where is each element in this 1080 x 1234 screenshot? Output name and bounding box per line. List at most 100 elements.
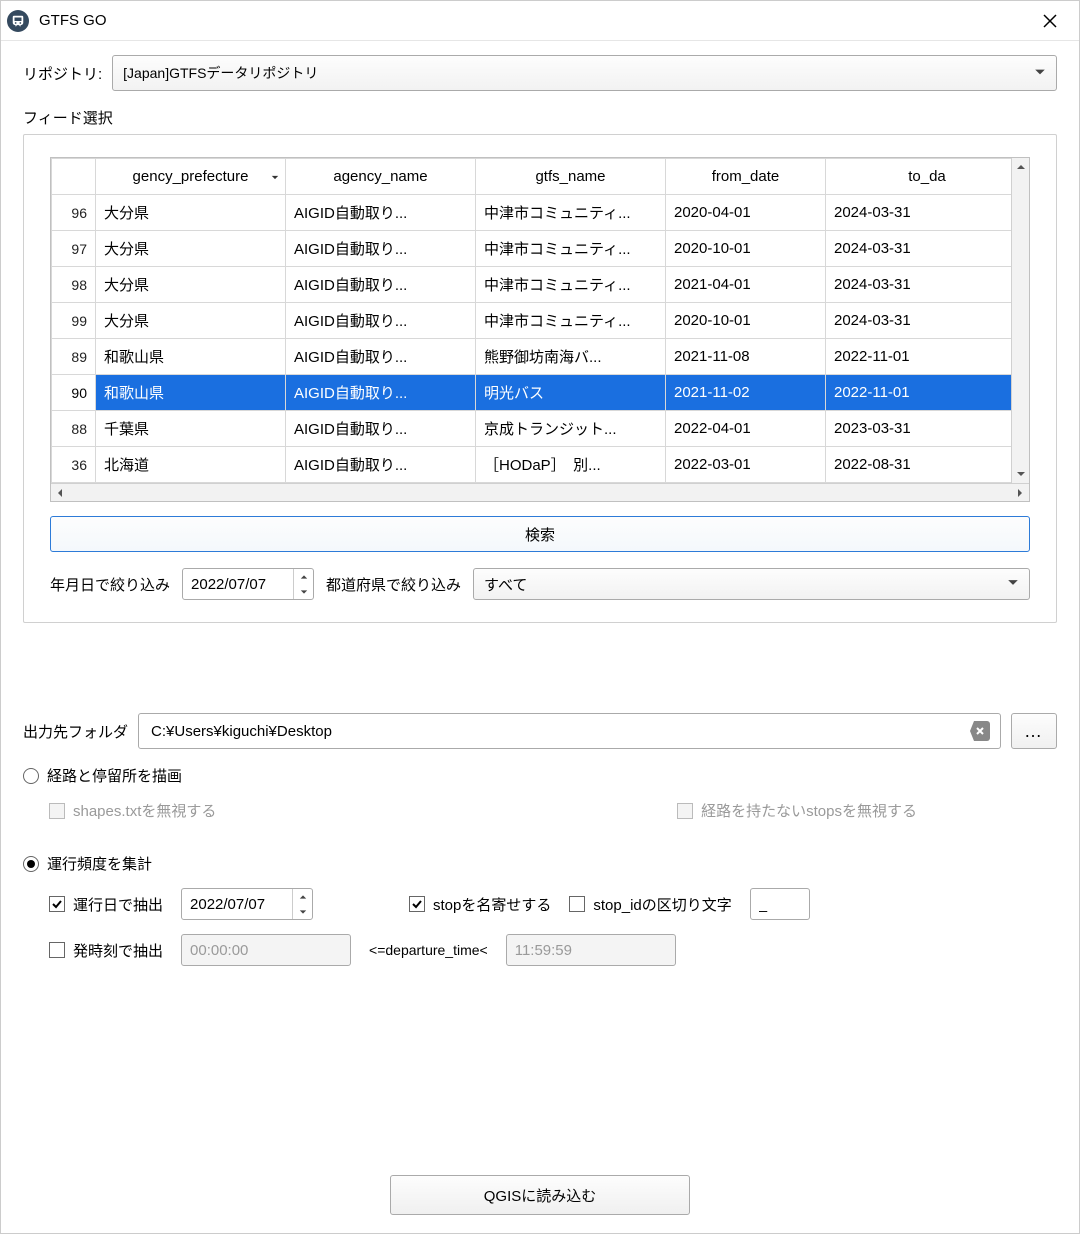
cell: AIGID自動取り... [286, 195, 476, 231]
cell: 2020-10-01 [666, 303, 826, 339]
cb-ignore-orphan-stops: 経路を持たないstopsを無視する [677, 800, 917, 821]
table-row[interactable]: 89和歌山県AIGID自動取り...熊野御坊南海バ...2021-11-0820… [52, 339, 1029, 375]
cb-ignore-shapes: shapes.txtを無視する [49, 800, 216, 821]
row-number: 99 [52, 303, 96, 339]
spin-down-icon[interactable] [293, 904, 312, 919]
cell: 2021-04-01 [666, 267, 826, 303]
checkbox-icon [409, 896, 425, 912]
checkbox-icon [49, 896, 65, 912]
load-into-qgis-button[interactable]: QGISに読み込む [390, 1175, 690, 1215]
cell: 2022-08-31 [826, 447, 1029, 483]
scroll-right-icon[interactable] [1011, 488, 1029, 498]
row-number: 36 [52, 447, 96, 483]
cell: 2024-03-31 [826, 231, 1029, 267]
clear-input-icon[interactable] [970, 721, 990, 741]
time-from-field [181, 934, 351, 966]
titlebar: GTFS GO [1, 1, 1079, 41]
cell: 熊野御坊南海バ... [476, 339, 666, 375]
cell: 2022-11-01 [826, 375, 1029, 411]
vertical-scrollbar[interactable] [1011, 158, 1029, 483]
date-filter-field[interactable] [183, 576, 293, 593]
feed-table-wrap: gency_prefecture agency_name gtfs_name f… [50, 157, 1030, 502]
feed-section-label: フィード選択 [23, 107, 1057, 128]
checkbox-icon [569, 896, 585, 912]
output-folder-input[interactable] [138, 713, 1001, 749]
radio-aggregate-freq[interactable]: 運行頻度を集計 [23, 853, 1057, 874]
freq-date-input[interactable] [181, 888, 313, 920]
table-row[interactable]: 99大分県AIGID自動取り...中津市コミュニティ...2020-10-012… [52, 303, 1029, 339]
time-to-field [506, 934, 676, 966]
time-condition-label: <=departure_time< [369, 942, 488, 958]
repository-combo[interactable]: [Japan]GTFSデータリポジトリ [112, 55, 1057, 91]
chevron-down-icon [1034, 65, 1046, 81]
table-row[interactable]: 90和歌山県AIGID自動取り...明光バス2021-11-022022-11-… [52, 375, 1029, 411]
window-title: GTFS GO [39, 12, 107, 29]
date-filter-label: 年月日で絞り込み [50, 574, 170, 595]
spin-up-icon[interactable] [293, 889, 312, 904]
spin-up-icon[interactable] [294, 569, 313, 584]
cb-merge-stops[interactable]: stopを名寄せする [409, 894, 551, 915]
table-row[interactable]: 98大分県AIGID自動取り...中津市コミュニティ...2021-04-012… [52, 267, 1029, 303]
cell: 中津市コミュニティ... [476, 195, 666, 231]
horizontal-scrollbar[interactable] [51, 483, 1029, 501]
cell: 2024-03-31 [826, 267, 1029, 303]
cell: AIGID自動取り... [286, 375, 476, 411]
row-number: 89 [52, 339, 96, 375]
sort-indicator-icon [271, 168, 279, 185]
cell: 大分県 [96, 303, 286, 339]
table-row[interactable]: 96大分県AIGID自動取り...中津市コミュニティ...2020-04-012… [52, 195, 1029, 231]
checkbox-icon [49, 942, 65, 958]
cb-filter-by-date[interactable]: 運行日で抽出 [49, 894, 163, 915]
cell: AIGID自動取り... [286, 231, 476, 267]
date-filter-input[interactable] [182, 568, 314, 600]
scroll-up-icon[interactable] [1012, 158, 1029, 176]
row-number: 97 [52, 231, 96, 267]
scroll-left-icon[interactable] [51, 488, 69, 498]
chevron-down-icon [1007, 576, 1019, 593]
cell: 2020-04-01 [666, 195, 826, 231]
browse-button[interactable]: … [1011, 713, 1057, 749]
scroll-down-icon[interactable] [1012, 465, 1029, 483]
cell: 2022-03-01 [666, 447, 826, 483]
cell: 明光バス [476, 375, 666, 411]
cell: AIGID自動取り... [286, 303, 476, 339]
col-gtfs-name[interactable]: gtfs_name [476, 159, 666, 195]
col-prefecture[interactable]: gency_prefecture [96, 159, 286, 195]
cell: 2021-11-08 [666, 339, 826, 375]
col-agency-name[interactable]: agency_name [286, 159, 476, 195]
feed-table[interactable]: gency_prefecture agency_name gtfs_name f… [51, 158, 1029, 483]
cell: 中津市コミュニティ... [476, 231, 666, 267]
cell: 2022-11-01 [826, 339, 1029, 375]
freq-date-field[interactable] [182, 896, 292, 913]
close-button[interactable] [1027, 5, 1073, 37]
stopid-delim-field[interactable] [750, 888, 810, 920]
radio-draw-routes[interactable]: 経路と停留所を描画 [23, 765, 1057, 786]
repository-value: [Japan]GTFSデータリポジトリ [123, 63, 318, 83]
repository-label: リポジトリ: [23, 63, 102, 84]
cell: AIGID自動取り... [286, 339, 476, 375]
cell: 2024-03-31 [826, 195, 1029, 231]
pref-filter-value: すべて [484, 574, 527, 595]
cell: AIGID自動取り... [286, 411, 476, 447]
table-row[interactable]: 97大分県AIGID自動取り...中津市コミュニティ...2020-10-012… [52, 231, 1029, 267]
cell: AIGID自動取り... [286, 447, 476, 483]
cb-stopid-delimiter[interactable]: stop_idの区切り文字 [569, 894, 731, 915]
pref-filter-combo[interactable]: すべて [473, 568, 1030, 600]
table-row[interactable]: 88千葉県AIGID自動取り...京成トランジット...2022-04-0120… [52, 411, 1029, 447]
row-number: 96 [52, 195, 96, 231]
radio-icon [23, 856, 39, 872]
col-from-date[interactable]: from_date [666, 159, 826, 195]
table-row[interactable]: 36北海道AIGID自動取り...［HODaP］ 別...2022-03-012… [52, 447, 1029, 483]
search-button[interactable]: 検索 [50, 516, 1030, 552]
cell: ［HODaP］ 別... [476, 447, 666, 483]
cell: 大分県 [96, 267, 286, 303]
pref-filter-label: 都道府県で絞り込み [326, 574, 461, 595]
output-folder-field[interactable] [149, 722, 970, 741]
cell: 北海道 [96, 447, 286, 483]
rownum-header[interactable] [52, 159, 96, 195]
table-header-row: gency_prefecture agency_name gtfs_name f… [52, 159, 1029, 195]
cb-filter-by-time[interactable]: 発時刻で抽出 [49, 940, 163, 961]
col-to-date[interactable]: to_da [826, 159, 1029, 195]
cell: 中津市コミュニティ... [476, 267, 666, 303]
spin-down-icon[interactable] [294, 584, 313, 599]
